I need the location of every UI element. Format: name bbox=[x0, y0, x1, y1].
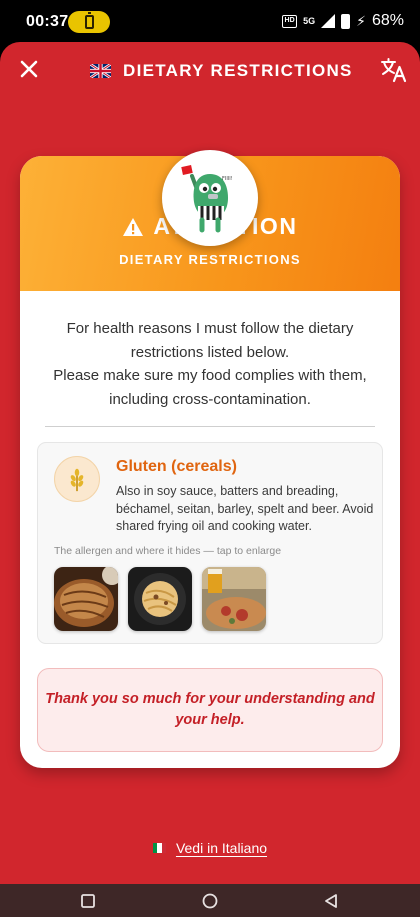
network-type: 5G bbox=[303, 15, 316, 26]
allergen-description: Also in soy sauce, batters and breading,… bbox=[116, 484, 374, 533]
allergen-name: Gluten (cereals) bbox=[116, 458, 237, 475]
divider bbox=[45, 426, 375, 427]
allergen-photos bbox=[54, 567, 266, 631]
battery-percent: 68% bbox=[371, 12, 404, 29]
battery-icon bbox=[341, 13, 351, 29]
status-icons: HD 5G ⚡ 68% bbox=[282, 12, 404, 30]
italian-link-label: Vedi in Italiano bbox=[175, 840, 268, 856]
hd-voice-icon: HD bbox=[282, 14, 298, 28]
close-button[interactable] bbox=[14, 54, 44, 84]
title-group: DIETARY RESTRICTIONS bbox=[90, 61, 353, 81]
battery-saver-badge bbox=[68, 11, 110, 33]
battery-charging-icon bbox=[85, 12, 94, 29]
bread-photo[interactable] bbox=[54, 567, 118, 631]
charging-bolt-icon: ⚡ bbox=[356, 13, 366, 29]
wheat-icon bbox=[54, 456, 100, 502]
close-icon bbox=[20, 60, 38, 78]
photos-caption: The allergen and where it hides — tap to… bbox=[54, 545, 282, 557]
page-title: DIETARY RESTRICTIONS bbox=[123, 61, 353, 80]
signal-icon bbox=[321, 14, 336, 28]
thanks-text: Thank you so much for your understanding… bbox=[45, 691, 375, 728]
attention-subtitle: DIETARY RESTRICTIONS bbox=[119, 252, 301, 267]
restrictions-card: ATTENTION DIETARY RESTRICTIONS For healt… bbox=[20, 156, 400, 768]
beer-pizza-photo[interactable] bbox=[202, 567, 266, 631]
status-time: 00:37 bbox=[26, 13, 69, 30]
translate-icon bbox=[381, 58, 407, 83]
svg-text:FIIII!: FIIII! bbox=[222, 176, 233, 182]
top-bar: DIETARY RESTRICTIONS bbox=[0, 42, 420, 98]
italian-language-link[interactable]: Vedi in Italiano bbox=[0, 840, 420, 856]
referee-mascot-icon: FIIII! bbox=[162, 150, 258, 246]
home-button[interactable] bbox=[201, 892, 219, 910]
recents-button[interactable] bbox=[79, 892, 97, 910]
allergen-item: Gluten (cereals) Also in soy sauce, batt… bbox=[37, 442, 383, 644]
translate-button[interactable] bbox=[380, 56, 408, 84]
warning-icon bbox=[123, 217, 144, 236]
italy-flag-icon bbox=[152, 843, 166, 853]
pasta-photo[interactable] bbox=[128, 567, 192, 631]
intro-text: For health reasons I must follow the die… bbox=[53, 320, 367, 408]
uk-flag-icon bbox=[90, 64, 111, 78]
status-bar: 00:37 HD 5G ⚡ 68% bbox=[0, 0, 420, 44]
system-nav-bar bbox=[0, 884, 420, 917]
thanks-box: Thank you so much for your understanding… bbox=[37, 668, 383, 752]
app-screen: DIETARY RESTRICTIONS ATTENTION DIETARY R… bbox=[0, 42, 420, 884]
back-button[interactable] bbox=[322, 892, 340, 910]
